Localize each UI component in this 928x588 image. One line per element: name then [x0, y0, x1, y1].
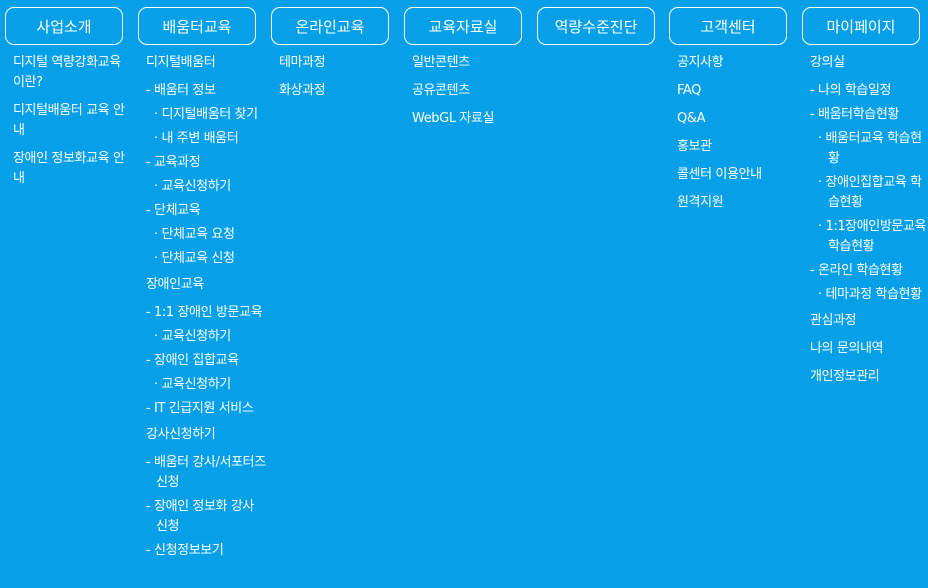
menu-column-about: 사업소개 디지털 역량강화교육 이란? 디지털배움터 교육 안내장애인 정보화교육…: [5, 7, 125, 197]
online-education-link-2[interactable]: 화상과정: [279, 81, 391, 101]
my-page-link-7[interactable]: - 온라인 학습현황: [810, 261, 928, 281]
menu-column-resources: 교육자료실 일반콘텐츠공유콘텐츠 WebGL 자료실: [404, 7, 524, 137]
menu-header-online-education[interactable]: 온라인교육: [271, 7, 389, 45]
learning-center-link-5[interactable]: - 교육과정: [146, 153, 266, 173]
customer-center-link-2[interactable]: FAQ: [677, 81, 789, 101]
customer-center-link-5[interactable]: 콜센터 이용안내: [677, 165, 789, 185]
customer-center-link-4[interactable]: 홍보관: [677, 137, 789, 157]
my-page-link-10[interactable]: 나의 문의내역: [810, 339, 922, 359]
menu-list-about: 디지털 역량강화교육 이란? 디지털배움터 교육 안내장애인 정보화교육 안내: [13, 53, 125, 189]
menu-header-competency-diagnosis[interactable]: 역량수준진단: [537, 7, 655, 45]
customer-center-link-3[interactable]: Q&A: [677, 109, 789, 129]
learning-center-link-6[interactable]: · 교육신청하기: [146, 177, 264, 197]
menu-list-learning-center: 디지털배움터 - 배움터 정보 · 디지털배움터 찾기 · 내 주변 배움터 - 교육과…: [146, 53, 266, 561]
about-link-1[interactable]: 디지털 역량강화교육 이란?: [13, 53, 125, 93]
learning-center-link-18[interactable]: - 장애인 정보화 강사 신청: [146, 497, 266, 537]
menu-column-competency-diagnosis: 역량수준진단: [537, 7, 657, 53]
menu-header-my-page[interactable]: 마이페이지: [802, 7, 920, 45]
my-page-link-8[interactable]: · 테마과정 학습현황: [810, 285, 928, 305]
learning-center-link-15[interactable]: - IT 긴급지원 서비스: [146, 399, 266, 419]
learning-center-link-14[interactable]: · 교육신청하기: [146, 375, 264, 395]
my-page-link-6[interactable]: · 1:1장애인방문교육 학습현황: [810, 217, 928, 257]
learning-center-link-2[interactable]: - 배움터 정보: [146, 81, 266, 101]
my-page-link-3[interactable]: - 배움터학습현황: [810, 105, 928, 125]
my-page-link-5[interactable]: · 장애인집합교육 학습현황: [810, 173, 928, 213]
resources-link-2[interactable]: 공유콘텐츠: [412, 81, 524, 101]
resources-link-3[interactable]: WebGL 자료실: [412, 109, 524, 129]
my-page-link-11[interactable]: 개인정보관리: [810, 367, 922, 387]
menu-list-customer-center: 공지사항 FAQ Q&A 홍보관콜센터 이용안내원격지원: [677, 53, 789, 213]
learning-center-link-8[interactable]: · 단체교육 요청: [146, 225, 264, 245]
learning-center-link-11[interactable]: - 1:1 장애인 방문교육: [146, 303, 266, 323]
learning-center-link-4[interactable]: · 내 주변 배움터: [146, 129, 264, 149]
menu-list-resources: 일반콘텐츠공유콘텐츠 WebGL 자료실: [412, 53, 524, 129]
learning-center-link-16[interactable]: 강사신청하기: [146, 425, 258, 445]
menu-header-learning-center[interactable]: 배움터교육: [138, 7, 256, 45]
menu-column-customer-center: 고객센터 공지사항 FAQ Q&A 홍보관콜센터 이용안내원격지원: [669, 7, 789, 221]
menu-column-learning-center: 배움터교육 디지털배움터 - 배움터 정보 · 디지털배움터 찾기 · 내 주변 배움…: [138, 7, 266, 565]
my-page-link-2[interactable]: - 나의 학습일정: [810, 81, 928, 101]
learning-center-link-9[interactable]: · 단체교육 신청: [146, 249, 264, 269]
learning-center-link-17[interactable]: - 배움터 강사/서포터즈 신청: [146, 453, 266, 493]
my-page-link-4[interactable]: · 배움터교육 학습현황: [810, 129, 928, 169]
customer-center-link-6[interactable]: 원격지원: [677, 193, 789, 213]
learning-center-link-12[interactable]: · 교육신청하기: [146, 327, 264, 347]
online-education-link-1[interactable]: 테마과정: [279, 53, 391, 73]
my-page-link-1[interactable]: 강의실: [810, 53, 922, 73]
menu-column-online-education: 온라인교육 테마과정화상과정: [271, 7, 391, 109]
menu-column-my-page: 마이페이지 강의실 - 나의 학습일정 - 배움터학습현황 · 배움터교육 학습현황 ·…: [802, 7, 927, 395]
about-link-2[interactable]: 디지털배움터 교육 안내: [13, 101, 125, 141]
learning-center-link-1[interactable]: 디지털배움터: [146, 53, 258, 73]
menu-list-online-education: 테마과정화상과정: [279, 53, 391, 101]
menu-header-customer-center[interactable]: 고객센터: [669, 7, 787, 45]
learning-center-link-3[interactable]: · 디지털배움터 찾기: [146, 105, 264, 125]
learning-center-link-19[interactable]: - 신청정보보기: [146, 541, 266, 561]
resources-link-1[interactable]: 일반콘텐츠: [412, 53, 524, 73]
menu-header-resources[interactable]: 교육자료실: [404, 7, 522, 45]
menu-header-about[interactable]: 사업소개: [5, 7, 123, 45]
my-page-link-9[interactable]: 관심과정: [810, 311, 922, 331]
menu-list-my-page: 강의실 - 나의 학습일정 - 배움터학습현황 · 배움터교육 학습현황 · 장애인집합…: [810, 53, 927, 387]
about-link-3[interactable]: 장애인 정보화교육 안내: [13, 149, 125, 189]
learning-center-link-13[interactable]: - 장애인 집합교육: [146, 351, 266, 371]
mega-menu: 사업소개 디지털 역량강화교육 이란? 디지털배움터 교육 안내장애인 정보화교육…: [0, 0, 928, 588]
customer-center-link-1[interactable]: 공지사항: [677, 53, 789, 73]
learning-center-link-7[interactable]: - 단체교육: [146, 201, 266, 221]
learning-center-link-10[interactable]: 장애인교육: [146, 275, 258, 295]
